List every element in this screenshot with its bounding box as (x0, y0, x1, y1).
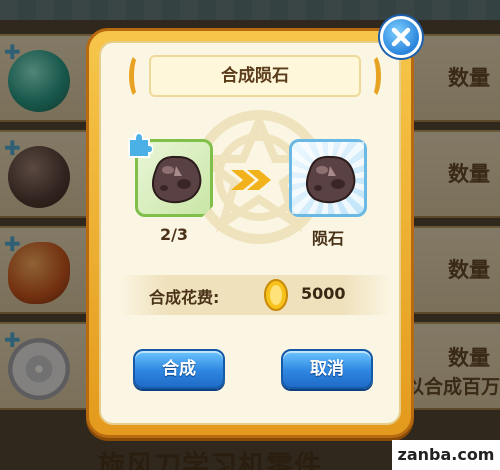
dialog-title: 合成陨石 (149, 55, 361, 97)
gold-coin-icon (264, 279, 288, 311)
cancel-button[interactable]: 取消 (281, 349, 373, 389)
close-button[interactable] (380, 16, 422, 58)
site-watermark: zanba.com (392, 440, 500, 470)
cost-label: 合成花费: (149, 288, 220, 307)
target-item-name: 陨石 (311, 229, 344, 248)
meteor-icon (305, 155, 356, 204)
title-ornament-left (129, 53, 147, 99)
title-ornament-right (363, 53, 381, 99)
close-icon (391, 27, 411, 47)
puzzle-piece-icon (128, 131, 153, 158)
dialog-panel: 合成 陨石 2/3 陨石 合成花费: 5000 合成 取消 (99, 41, 401, 425)
meteor-icon (151, 155, 202, 204)
synthesis-dialog: 合成 陨石 2/3 陨石 合成花费: 5000 合成 取消 (86, 28, 414, 438)
double-arrow-icon (231, 170, 271, 190)
cost-value: 5000 (301, 284, 346, 303)
target-item-card[interactable] (289, 139, 367, 217)
synthesize-button[interactable]: 合成 (133, 349, 225, 389)
source-item-count: 2/3 (159, 225, 189, 244)
cost-row: 合成花费: 5000 (117, 275, 393, 315)
